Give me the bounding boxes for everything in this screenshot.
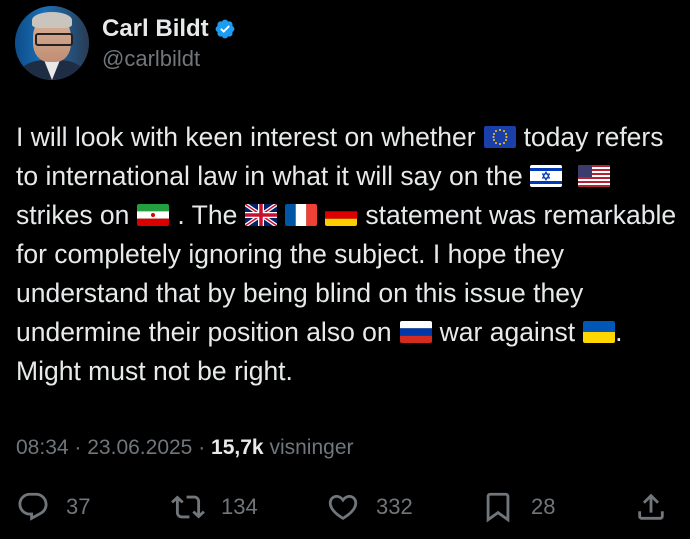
repost-count: 134	[221, 494, 258, 519]
views-count: 15,7k	[211, 436, 264, 459]
repost-button[interactable]: 134	[171, 490, 258, 524]
share-icon	[638, 493, 664, 520]
meta-separator: ·	[74, 436, 82, 459]
tweet-meta: 08:34 · 23.06.2025 · 15,7k visninger	[16, 436, 354, 460]
verified-badge-icon	[215, 19, 235, 38]
author-display-name[interactable]: Carl Bildt	[102, 14, 209, 44]
share-button[interactable]	[634, 490, 668, 524]
heart-icon	[328, 494, 358, 520]
author-handle[interactable]: @carlbildt	[102, 45, 236, 73]
germany-flag-icon	[325, 204, 358, 226]
bookmark-count: 28	[531, 494, 556, 519]
tweet-date[interactable]: 23.06.2025	[87, 436, 192, 459]
eu-flag-icon	[483, 126, 516, 148]
reply-button[interactable]: 37	[16, 490, 90, 524]
russia-flag-icon	[399, 321, 432, 343]
like-count: 332	[376, 494, 413, 519]
reply-icon	[18, 492, 48, 521]
tweet-text-segment: . The	[177, 200, 238, 230]
tweet-text-segment: I will look with keen interest on whethe…	[16, 122, 476, 152]
action-bar: 37 134 332 28	[16, 490, 676, 526]
tweet-time[interactable]: 08:34	[16, 436, 69, 459]
author-names: Carl Bildt @carlbildt	[102, 14, 236, 73]
tweet-text: I will look with keen interest on whethe…	[16, 118, 681, 391]
bookmark-icon	[486, 492, 510, 523]
iran-flag-icon	[137, 204, 170, 226]
reply-count: 37	[66, 494, 91, 519]
meta-separator: ·	[198, 436, 206, 459]
usa-flag-icon	[578, 165, 611, 187]
israel-flag-icon	[530, 165, 563, 187]
uk-flag-icon	[245, 204, 278, 226]
france-flag-icon	[285, 204, 318, 226]
repost-icon	[171, 495, 205, 519]
avatar[interactable]	[15, 6, 89, 80]
views-label: visninger	[269, 436, 354, 459]
tweet-text-segment: war against	[439, 317, 576, 347]
ukraine-flag-icon	[583, 321, 616, 343]
like-button[interactable]: 332	[326, 490, 413, 524]
bookmark-button[interactable]: 28	[481, 490, 555, 524]
tweet-header: Carl Bildt @carlbildt	[15, 6, 236, 80]
tweet-text-segment: strikes on	[16, 200, 130, 230]
